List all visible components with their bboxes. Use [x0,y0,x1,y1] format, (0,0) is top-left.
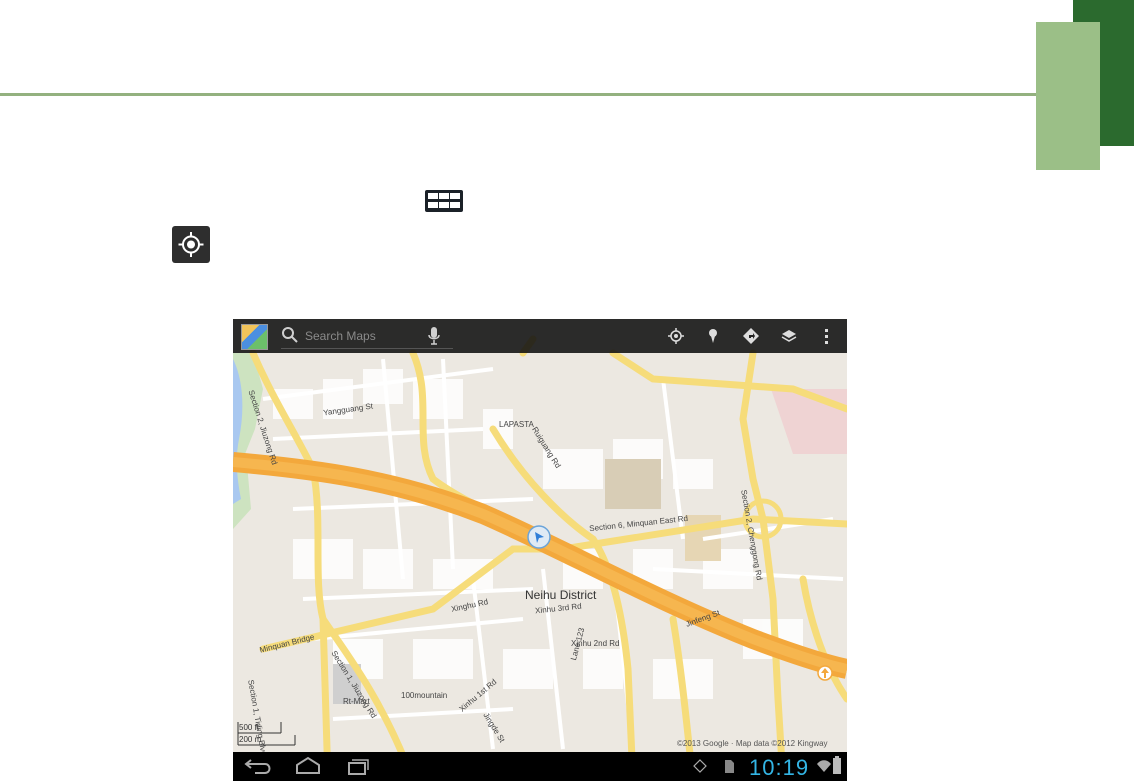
map-poi-label: 100mountain [401,691,448,700]
system-nav-bar: 10:19 [233,752,847,781]
my-location-icon [172,226,210,263]
map-poi-label: Rt-Mart [343,697,370,706]
tablet-screenshot: Section 2, Jiuzong Rd Yangguang St Ruigu… [233,319,847,781]
district-label: Neihu District [525,588,597,602]
layers-icon[interactable] [779,326,799,346]
header-rule [0,93,1040,96]
map-scale-bar: 500 ft 200 m [237,721,299,747]
scale-label-metric: 200 m [239,735,262,744]
map-poi-label: LAPASTA [499,420,534,429]
scale-label-imperial: 500 ft [239,723,260,732]
place-pin-icon[interactable] [703,326,723,346]
chapter-tab-light [1036,22,1100,170]
direction-sign-icon [817,665,833,681]
overflow-menu-icon[interactable] [817,326,837,346]
all-apps-grid-icon [425,190,463,212]
home-icon[interactable] [291,755,325,777]
status-clock: 10:19 [749,755,810,780]
back-icon[interactable] [241,755,275,777]
microphone-icon[interactable] [427,326,441,346]
search-icon[interactable] [281,326,299,344]
current-location-arrow-icon [527,525,551,549]
recent-apps-icon[interactable] [339,755,373,777]
wifi-icon [817,760,831,772]
search-box[interactable]: Search Maps [281,324,453,349]
search-input[interactable]: Search Maps [305,329,376,343]
map-copyright: ©2013 Google · Map data ©2012 Kingway [677,739,828,748]
sd-card-icon [725,760,734,773]
my-location-button-icon[interactable] [666,326,686,346]
battery-icon [833,756,841,774]
directions-icon[interactable] [741,326,761,346]
location-status-icon [693,759,707,773]
maps-action-bar: Search Maps [233,319,847,353]
google-maps-logo-icon[interactable] [241,324,268,350]
